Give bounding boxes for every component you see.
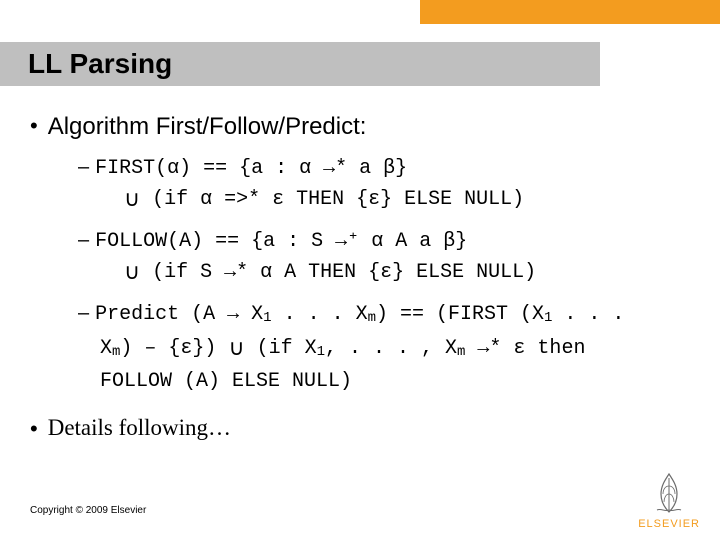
predict-line3: FOLLOW (A) ELSE NULL) [100, 367, 690, 397]
union-icon: ∪ [124, 186, 140, 211]
elsevier-tree-icon [645, 468, 693, 516]
follow-line2: ∪ (if S →* α A THEN {ε} ELSE NULL) [124, 257, 690, 288]
subscript-one: 1 [317, 344, 325, 360]
subscript-one: 1 [263, 310, 271, 326]
predict-seg-a: Predict (A → X [95, 303, 263, 326]
first-line1: FIRST(α) == {a : α →* a β} [95, 157, 407, 180]
bullet-dot-icon: • [30, 415, 38, 443]
subscript-m: m [368, 310, 376, 326]
publisher-name: ELSEVIER [638, 518, 700, 530]
title-bar: LL Parsing [0, 42, 600, 86]
bullet-algorithm: • Algorithm First/Follow/Predict: [30, 112, 690, 142]
bullet-dot-icon: • [30, 112, 38, 140]
union-icon: ∪ [228, 335, 244, 360]
definition-follow: –FOLLOW(A) == {a : S →⁺ α A a β} ∪ (if S… [78, 225, 690, 288]
union-icon: ∪ [124, 259, 140, 284]
slide-title: LL Parsing [28, 48, 172, 80]
bullet-details: • Details following… [30, 415, 690, 443]
details-text: Details following… [48, 415, 231, 441]
follow-line1: FOLLOW(A) == {a : S →⁺ α A a β} [95, 230, 467, 253]
predict-seg-b: . . . X [272, 303, 368, 326]
dash-icon: – [78, 229, 89, 251]
definition-predict: –Predict (A → X1 . . . Xm) == (FIRST (X1… [78, 298, 690, 397]
slide-content: • Algorithm First/Follow/Predict: –FIRST… [30, 100, 690, 443]
predict-seg-d: . . . [552, 303, 624, 326]
first-line2: ∪ (if α =>* ε THEN {ε} ELSE NULL) [124, 184, 690, 215]
publisher-logo: ELSEVIER [638, 468, 700, 530]
predict-line2: Xm) – {ε}) ∪ (if X1, . . . , Xm →* ε the… [100, 333, 690, 367]
dash-icon: – [78, 302, 89, 324]
definition-first: –FIRST(α) == {a : α →* a β} ∪ (if α =>* … [78, 152, 690, 215]
copyright-text: Copyright © 2009 Elsevier [30, 505, 146, 516]
predict-seg-c: ) == (FIRST (X [376, 303, 544, 326]
top-accent-bar [420, 0, 720, 24]
dash-icon: – [78, 156, 89, 178]
bullet-algorithm-text: Algorithm First/Follow/Predict: [48, 112, 367, 142]
